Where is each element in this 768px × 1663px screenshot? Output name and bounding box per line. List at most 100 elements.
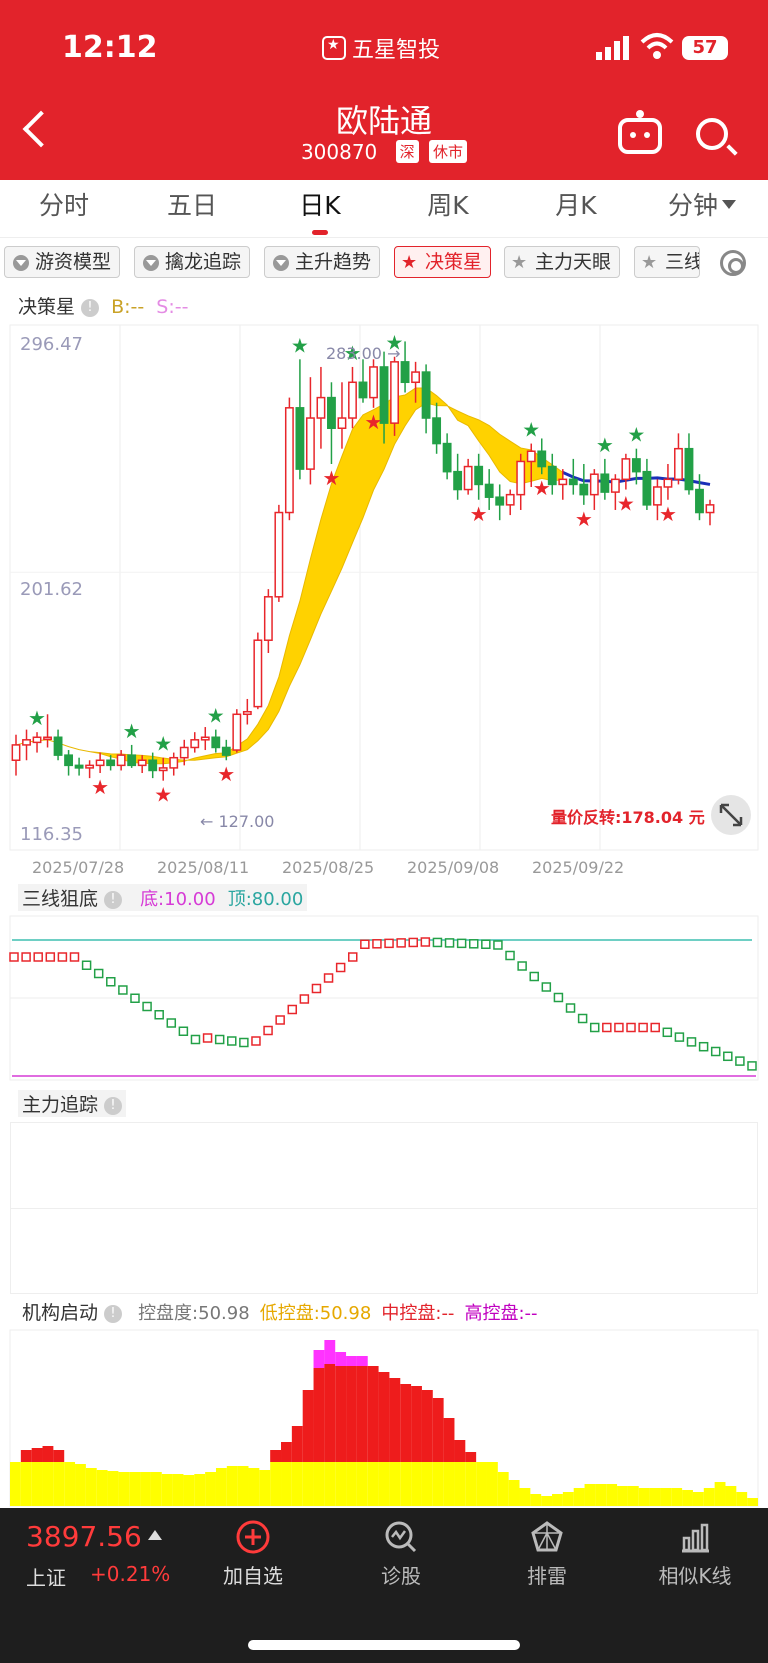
add-watchlist-button[interactable]: 加自选 xyxy=(198,1520,308,1589)
three-line-marker xyxy=(142,1001,152,1012)
diagnose-button[interactable]: 诊股 xyxy=(346,1520,456,1589)
tab-weekly-k[interactable]: 周K xyxy=(388,186,508,222)
candle-body xyxy=(22,739,31,746)
low-control-bar xyxy=(237,1466,249,1506)
buy-star-icon: ★ xyxy=(217,762,235,786)
institution-title: 机构启动 xyxy=(22,1302,99,1324)
settings-gear-icon[interactable] xyxy=(720,250,746,276)
candle-body xyxy=(600,473,610,493)
low-control-bar xyxy=(421,1462,433,1506)
candle-body xyxy=(179,746,189,759)
candle-body xyxy=(232,713,242,751)
three-line-marker xyxy=(239,1037,249,1048)
similar-kline-button[interactable]: 相似K线 xyxy=(640,1520,750,1589)
chip-youzi-model[interactable]: 游资模型 xyxy=(4,246,121,278)
tab-minute-label: 分钟 xyxy=(667,191,718,220)
tab-five-day[interactable]: 五日 xyxy=(132,186,252,222)
wifi-icon xyxy=(640,33,674,59)
candle-body xyxy=(148,759,158,772)
three-line-marker xyxy=(227,1036,237,1046)
chip-qinlong-track[interactable]: 擒龙追踪 xyxy=(134,246,251,278)
candle-body xyxy=(327,396,336,429)
mid-control-bar xyxy=(31,1448,43,1462)
candlestick-chart[interactable]: ★★★★★ ★ ★★★ ★★ ★★★★★★★★ ★ 296.47 201.62 116.3… xyxy=(0,320,768,880)
candle-body xyxy=(579,483,589,496)
robot-assistant-icon[interactable] xyxy=(618,110,662,154)
three-line-marker xyxy=(710,1046,721,1057)
indicator-chips: 游资模型 擒龙追踪 主升趋势 ★ 决策星 ★ 主力天眼 ★ 三线 xyxy=(0,246,768,280)
low-control-text: 低控盘:50.98 xyxy=(259,1303,372,1324)
tab-intraday[interactable]: 分时 xyxy=(4,186,124,222)
info-icon[interactable]: ! xyxy=(104,1097,123,1115)
candle-body xyxy=(684,447,694,491)
three-line-marker xyxy=(456,938,467,949)
three-line-marker xyxy=(565,1003,576,1013)
candle-body xyxy=(369,366,378,399)
low-control-bar xyxy=(747,1498,758,1506)
tab-minute[interactable]: 分钟 xyxy=(642,186,762,222)
risk-scan-button[interactable]: 排雷 xyxy=(492,1520,602,1589)
three-line-marker xyxy=(275,1015,285,1025)
low-control-bar xyxy=(281,1462,292,1506)
candle-body xyxy=(242,710,252,716)
three-line-marker xyxy=(33,952,43,962)
chip-main-trend[interactable]: 主升趋势 xyxy=(264,246,381,278)
candle-body xyxy=(421,371,431,419)
three-line-marker xyxy=(747,1061,757,1071)
chip-three-line[interactable]: ★ 三线 xyxy=(634,246,700,278)
mid-control-bar xyxy=(42,1446,54,1462)
low-control-bar xyxy=(682,1490,693,1506)
three-line-marker xyxy=(202,1033,213,1043)
candle-body xyxy=(442,442,452,473)
low-control-bar xyxy=(400,1462,412,1506)
search-icon[interactable] xyxy=(696,118,728,150)
three-line-marker xyxy=(360,939,370,949)
mid-control-bar xyxy=(53,1450,65,1462)
chip-main-eye[interactable]: ★ 主力天眼 xyxy=(504,246,621,278)
candle-body xyxy=(316,396,326,419)
low-control-bar xyxy=(606,1484,618,1506)
tab-daily-k[interactable]: 日K xyxy=(260,186,380,222)
low-control-bar xyxy=(205,1472,216,1506)
three-line-marker xyxy=(638,1022,648,1033)
buy-star-icon: ★ xyxy=(533,476,551,500)
reversal-price-text: 量价反转:178.04 元 xyxy=(551,808,705,827)
sell-signal-text: S:-- xyxy=(156,296,189,318)
low-control-bar xyxy=(584,1484,596,1506)
mid-control-bar xyxy=(400,1384,412,1462)
tab-monthly-k[interactable]: 月K xyxy=(516,186,636,222)
candle-body xyxy=(621,458,631,481)
mid-control-text: 中控盘:-- xyxy=(381,1303,455,1324)
low-control-bar xyxy=(454,1462,466,1506)
main-track-chart[interactable] xyxy=(10,1122,758,1294)
three-line-marker xyxy=(650,1022,660,1033)
info-icon[interactable]: ! xyxy=(104,891,123,909)
date-label-2: 2025/08/11 xyxy=(157,858,249,877)
three-line-chart[interactable] xyxy=(0,914,768,1082)
mid-control-bar xyxy=(367,1366,379,1462)
candle-body xyxy=(295,407,305,470)
mid-control-bar xyxy=(465,1452,477,1462)
candle-body xyxy=(610,478,620,493)
three-line-marker xyxy=(493,940,503,950)
low-control-bar xyxy=(508,1480,520,1506)
low-control-bar xyxy=(20,1462,32,1506)
diagnose-label: 诊股 xyxy=(381,1564,421,1588)
candle-body xyxy=(358,381,368,399)
index-quote[interactable]: 3897.56 xyxy=(26,1520,162,1553)
buy-star-icon: ★ xyxy=(659,502,677,526)
three-line-marker xyxy=(335,962,346,973)
three-line-marker xyxy=(589,1022,600,1033)
info-icon[interactable]: ! xyxy=(104,1305,123,1323)
app-logo-icon xyxy=(322,36,346,60)
candle-body xyxy=(348,381,357,419)
candle-body xyxy=(337,417,347,429)
three-line-marker xyxy=(577,1013,588,1024)
info-icon[interactable]: ! xyxy=(81,299,100,317)
three-line-marker xyxy=(468,939,479,949)
institution-chart[interactable] xyxy=(0,1328,768,1508)
low-control-bar xyxy=(519,1488,531,1506)
chip-decision-star[interactable]: ★ 决策星 xyxy=(394,246,492,278)
battery-icon: 57 xyxy=(682,36,728,60)
three-line-marker xyxy=(408,937,418,948)
